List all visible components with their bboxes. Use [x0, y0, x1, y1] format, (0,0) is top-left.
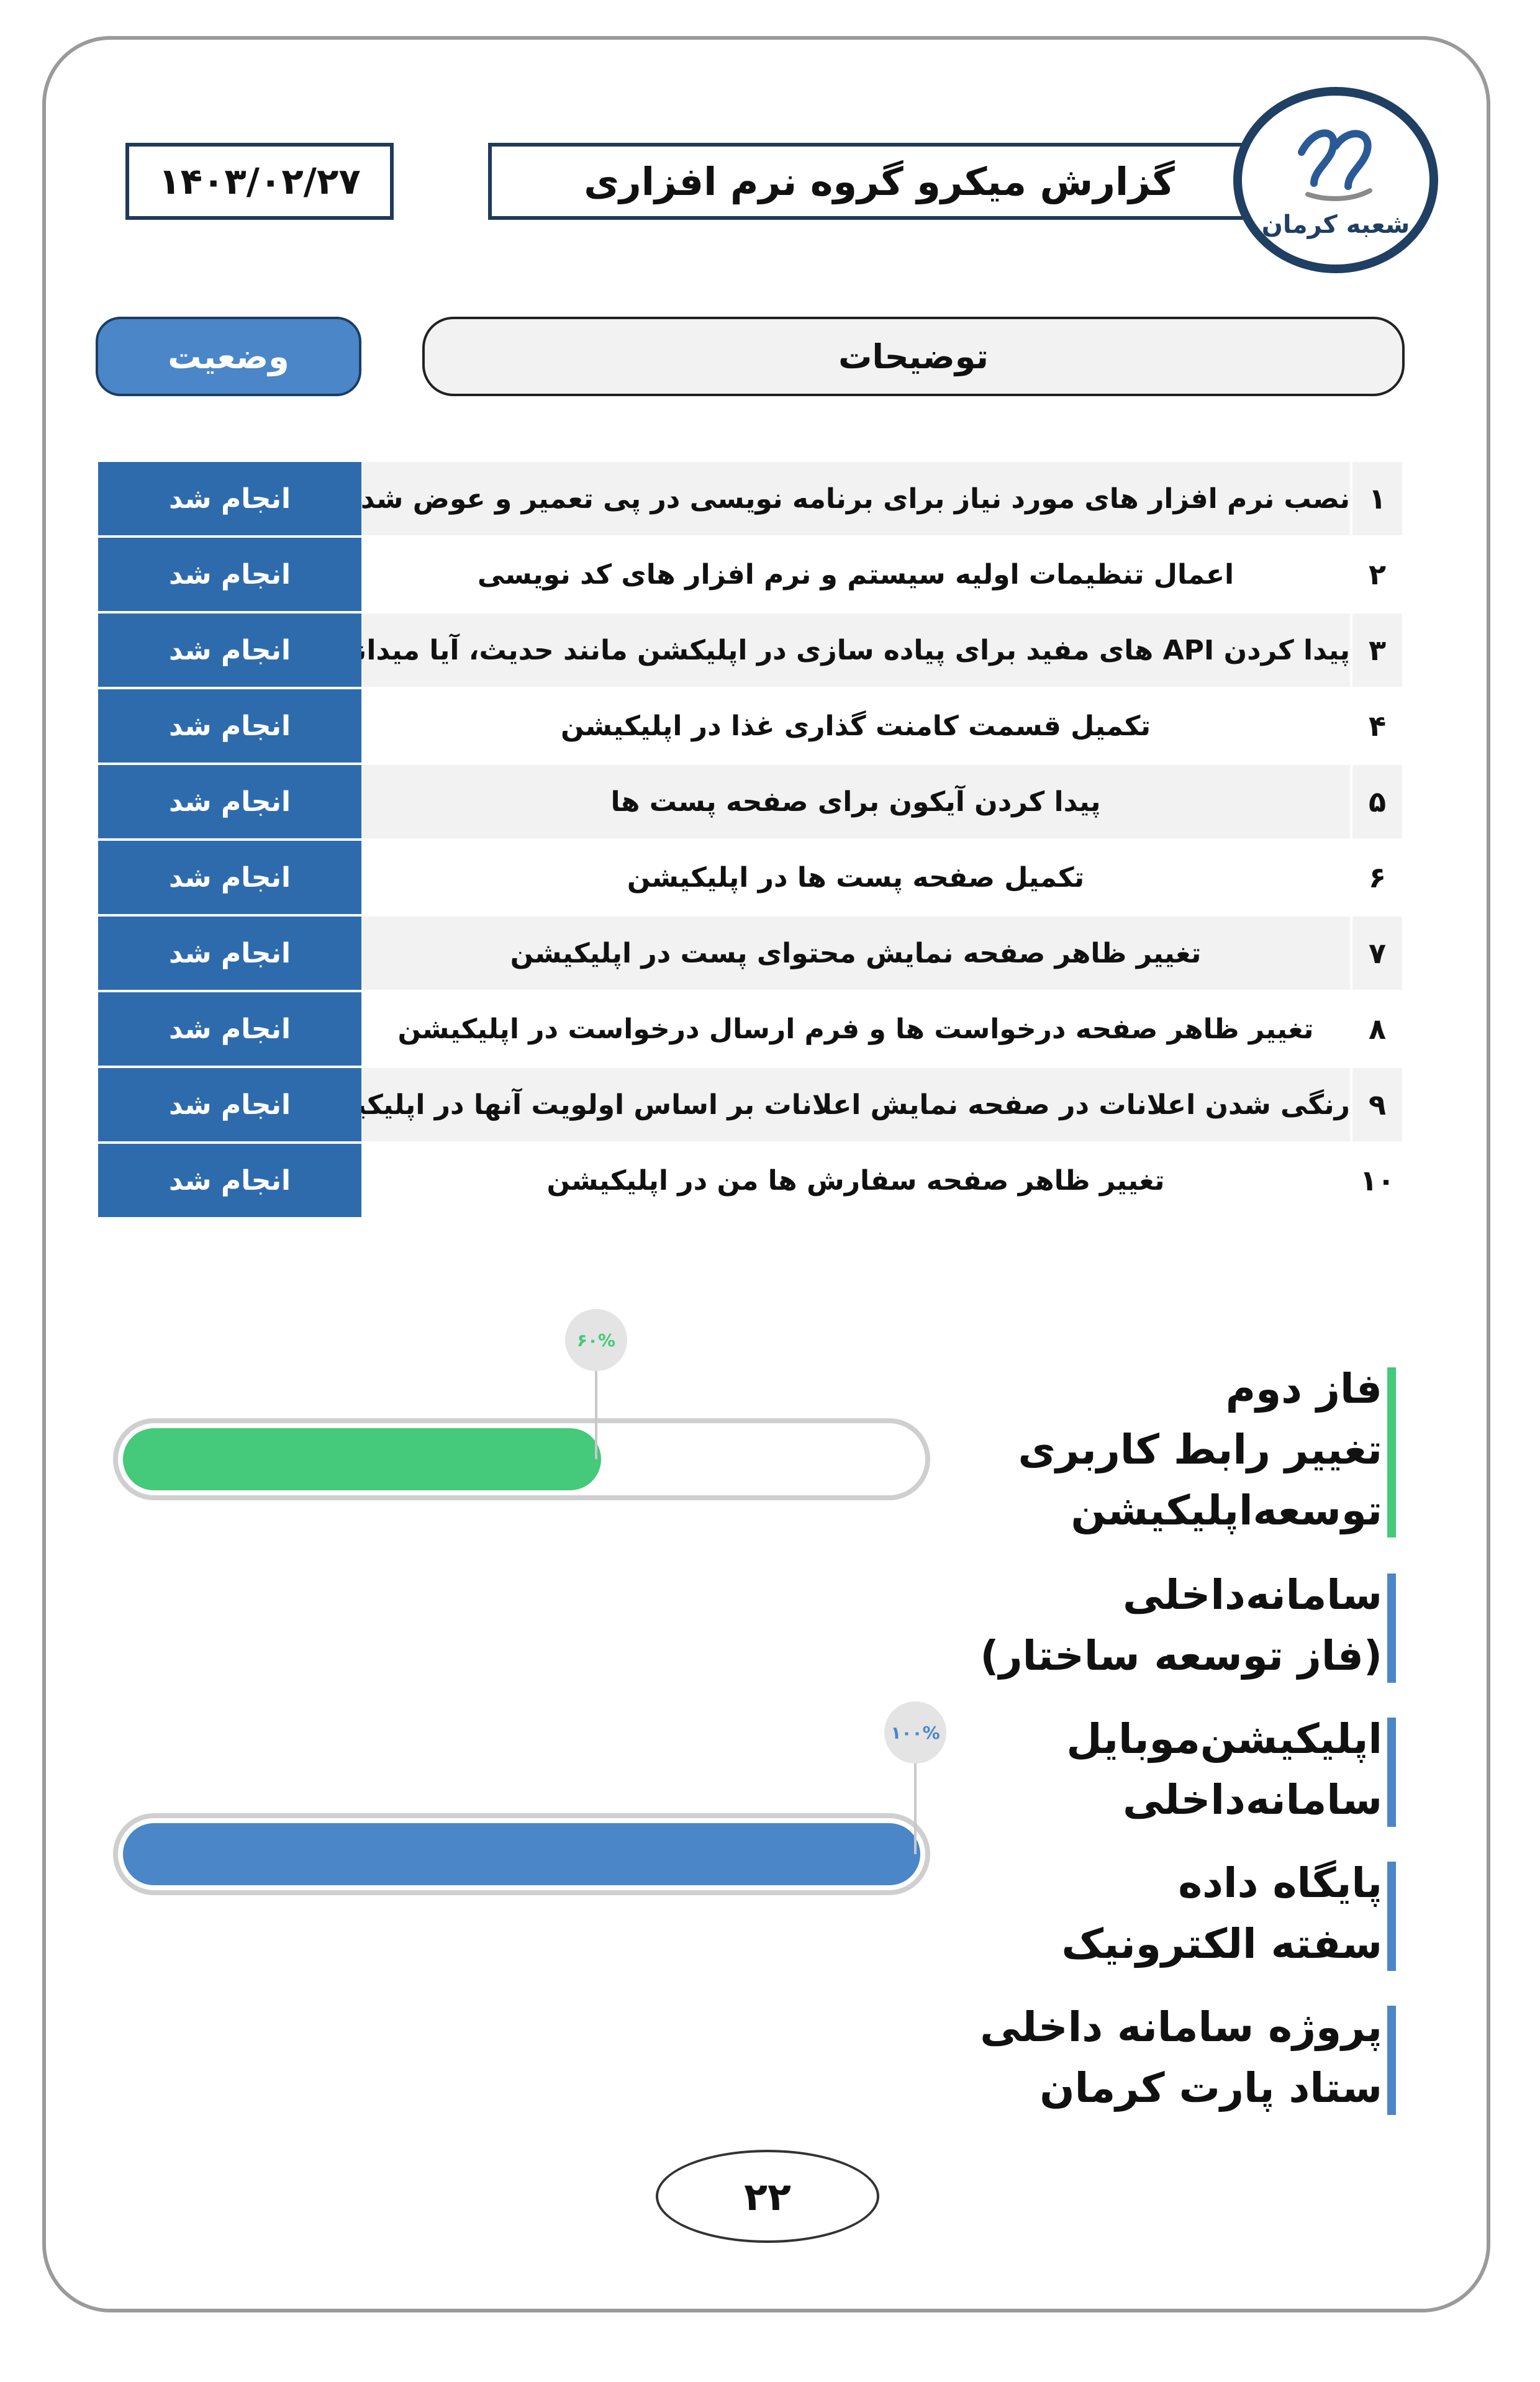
task-status: انجام شد	[98, 991, 361, 1068]
task-table: انجام شد نصب نرم افزار های مورد نیاز برای…	[98, 462, 1402, 1220]
task-status: انجام شد	[98, 915, 361, 992]
table-row: انجام شد تغییر ظاهر صفحه سفارش ها من در ا…	[98, 1143, 1402, 1220]
project-label: سامانه‌داخلی (فاز توسعه ساختار)	[980, 1565, 1382, 1687]
table-row: انجام شد رنگی شدن اعلانات در صفحه نمایش ا…	[98, 1067, 1402, 1144]
logo-mark-icon	[1298, 129, 1372, 201]
project-label: فاز دوم تغییر رابط کاربری توسعه‌اپلیکیشن	[1018, 1359, 1383, 1541]
project-accent-bar	[1387, 1862, 1396, 1971]
task-status: انجام شد	[98, 1067, 361, 1144]
task-description: تغییر ظاهر صفحه نمایش محتوای پست در اپلی…	[361, 915, 1351, 992]
project-label-line: توسعه‌اپلیکیشن	[1071, 1487, 1382, 1534]
project-label-line: سامانه‌داخلی	[1123, 1571, 1382, 1619]
task-description: پیدا کردن API های مفید برای پیاده سازی د…	[361, 612, 1351, 689]
table-row: انجام شد تغییر ظاهر صفحه درخواست ها و فرم…	[98, 991, 1402, 1068]
table-row: انجام شد اعمال تنظیمات اولیه سیستم و نرم …	[98, 537, 1402, 614]
project-label: پایگاه داده سفته الکترونیک	[1062, 1853, 1382, 1975]
page-number: ۲۲	[656, 2150, 879, 2243]
progress-percent-label: ۱۰۰%	[884, 1701, 946, 1764]
task-description: تکمیل قسمت کامنت گذاری غذا در اپلیکیشن	[361, 688, 1351, 765]
project-label: اپلیکیشن‌موبایل سامانه‌داخلی	[1066, 1709, 1382, 1831]
task-number: ۷	[1350, 915, 1402, 992]
project-label-line: سفته الکترونیک	[1061, 1920, 1382, 1968]
task-description: پیدا کردن آیکون برای صفحه پست ها	[361, 764, 1351, 841]
progress-fill	[123, 1428, 601, 1490]
task-number: ۱	[1350, 462, 1402, 538]
progress-bar	[113, 1418, 930, 1500]
report-date: ۱۴۰۳/۰۲/۲۷	[125, 143, 394, 220]
task-status: انجام شد	[98, 462, 361, 538]
progress-fill	[123, 1823, 920, 1885]
project-label-line: تغییر رابط کاربری	[1018, 1426, 1383, 1474]
table-row: انجام شد نصب نرم افزار های مورد نیاز برای…	[98, 462, 1402, 538]
task-status: انجام شد	[98, 840, 361, 917]
project-label-line: (فاز توسعه ساختار)	[980, 1632, 1382, 1680]
table-row: انجام شد تکمیل صفحه پست ها در اپلیکیشن ۶	[98, 840, 1402, 917]
project-accent-bar	[1387, 1367, 1396, 1537]
project-label: پروژه سامانه داخلی ستاد پارت کرمان	[980, 1997, 1382, 2119]
task-status: انجام شد	[98, 688, 361, 765]
project-label-line: ستاد پارت کرمان	[1040, 2064, 1382, 2112]
project-label-line: پایگاه داده	[1178, 1859, 1382, 1907]
task-number: ۶	[1350, 840, 1402, 917]
table-row: انجام شد تغییر ظاهر صفحه نمایش محتوای پست…	[98, 915, 1402, 992]
task-status: انجام شد	[98, 537, 361, 614]
task-number: ۵	[1350, 764, 1402, 841]
task-description: نصب نرم افزار های مورد نیاز برای برنامه …	[361, 462, 1351, 538]
task-status: انجام شد	[98, 612, 361, 689]
task-number: ۲	[1350, 537, 1402, 614]
task-description: تغییر ظاهر صفحه درخواست ها و فرم ارسال د…	[361, 991, 1351, 1068]
task-description: اعمال تنظیمات اولیه سیستم و نرم افزار ها…	[361, 537, 1351, 614]
task-status: انجام شد	[98, 764, 361, 841]
project-label-line: سامانه‌داخلی	[1123, 1776, 1382, 1824]
status-column-header: وضعیت	[96, 317, 361, 396]
project-label-line: فاز دوم	[1225, 1365, 1382, 1413]
task-description: رنگی شدن اعلانات در صفحه نمایش اعلانات ب…	[361, 1067, 1351, 1144]
task-number: ۱۰	[1350, 1143, 1402, 1220]
task-number: ۹	[1350, 1067, 1402, 1144]
project-accent-bar	[1387, 2006, 1396, 2115]
project-accent-bar	[1387, 1574, 1396, 1683]
task-description: تغییر ظاهر صفحه سفارش ها من در اپلیکیشن	[361, 1143, 1351, 1220]
progress-marker-line	[914, 1764, 917, 1854]
task-description: تکمیل صفحه پست ها در اپلیکیشن	[361, 840, 1351, 917]
project-label-line: اپلیکیشن‌موبایل	[1066, 1715, 1382, 1763]
task-number: ۳	[1350, 612, 1402, 689]
project-accent-bar	[1387, 1718, 1396, 1827]
project-label-line: پروژه سامانه داخلی	[980, 2003, 1382, 2051]
table-row: انجام شد تکمیل قسمت کامنت گذاری غذا در اپ…	[98, 688, 1402, 765]
progress-marker-line	[595, 1371, 597, 1459]
logo-caption: شعبه کرمان	[1261, 211, 1410, 239]
task-number: ۴	[1350, 688, 1402, 765]
task-status: انجام شد	[98, 1143, 361, 1220]
table-row: انجام شد پیدا کردن API های مفید برای پیاد…	[98, 612, 1402, 689]
branch-logo: شعبه کرمان	[1233, 87, 1438, 273]
report-title: گزارش میکرو گروه نرم افزاری	[488, 143, 1270, 220]
progress-bar	[113, 1813, 930, 1895]
progress-percent-label: ۶۰%	[565, 1309, 627, 1371]
description-column-header: توضیحات	[422, 317, 1405, 396]
table-row: انجام شد پیدا کردن آیکون برای صفحه پست ها…	[98, 764, 1402, 841]
task-number: ۸	[1350, 991, 1402, 1068]
